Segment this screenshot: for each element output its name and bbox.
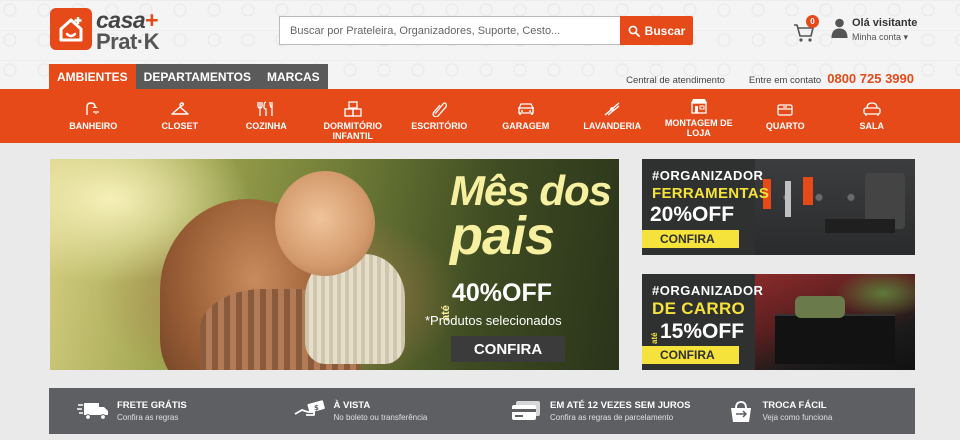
benefit-a-vista[interactable]: $ À VISTA No boleto ou transferência	[266, 388, 483, 434]
hanger-icon	[171, 102, 189, 115]
search-input[interactable]	[279, 16, 621, 45]
shower-icon	[86, 102, 99, 115]
house-logo-icon	[50, 8, 92, 50]
category-garagem[interactable]: GARAGEM	[483, 89, 570, 143]
category-label: CLOSET	[161, 121, 198, 131]
category-montagem-de-loja[interactable]: MONTAGEM DE LOJA	[656, 89, 743, 143]
contact-info: Central de atendimento Entre em contato …	[626, 71, 914, 86]
benefits-bar: FRETE GRÁTIS Confira as regras $ À VISTA…	[49, 388, 915, 434]
logo-text-pratk: Prat·K	[96, 29, 160, 54]
hero-cta-button[interactable]: CONFIRA	[451, 336, 565, 362]
category-closet[interactable]: CLOSET	[137, 89, 224, 143]
category-label: ESCRITÓRIO	[411, 121, 468, 131]
promo-title: FERRAMENTAS	[652, 185, 770, 202]
nav-tabs: AMBIENTES DEPARTAMENTOS MARCAS	[49, 64, 328, 89]
box-icon	[777, 104, 793, 116]
category-quarto[interactable]: QUARTO	[742, 89, 829, 143]
hero-title-line2: pais	[450, 206, 555, 266]
promo-discount: 20%OFF	[650, 203, 735, 226]
category-cozinha[interactable]: COZINHA	[223, 89, 310, 143]
benefit-title: FRETE GRÁTIS	[117, 400, 187, 411]
paperclip-icon	[432, 102, 448, 117]
hero-photo-child	[275, 171, 375, 276]
search-button[interactable]: Buscar	[620, 16, 693, 45]
cash-hand-icon: $	[294, 400, 325, 416]
benefit-title: À VISTA	[333, 400, 371, 411]
benefit-title: EM ATÉ 12 VEZES SEM JUROS	[550, 400, 691, 411]
promo-banner-ferramentas[interactable]: #ORGANIZADOR FERRAMENTAS 20%OFF CONFIRA	[642, 159, 915, 255]
category-banheiro[interactable]: BANHEIRO	[50, 89, 137, 143]
benefit-subtitle: Confira as regras	[117, 413, 179, 422]
user-greeting: Olá visitante	[852, 17, 918, 29]
promo-ate-label: até	[650, 332, 659, 344]
cutlery-icon	[257, 101, 273, 116]
promo-cta-button[interactable]: CONFIRA	[642, 230, 739, 248]
category-label: QUARTO	[765, 121, 805, 131]
exchange-bag-icon	[730, 401, 751, 422]
user-icon	[831, 18, 848, 38]
credit-card-icon	[512, 401, 540, 420]
category-label: COZINHA	[245, 121, 287, 131]
search-icon	[628, 25, 640, 37]
category-label: DORMITÓRIO INFANTIL	[323, 121, 383, 141]
tab-ambientes[interactable]: AMBIENTES	[49, 64, 136, 89]
category-sala[interactable]: SALA	[829, 89, 916, 143]
hero-note: *Produtos selecionados	[425, 313, 562, 328]
promo-title: DE CARRO	[652, 299, 746, 318]
armchair-icon	[863, 102, 881, 116]
benefit-title: TROCA FÁCIL	[762, 400, 827, 411]
hero-discount: 40%OFF	[452, 279, 553, 307]
benefit-frete-gratis[interactable]: FRETE GRÁTIS Confira as regras	[49, 388, 266, 434]
promo-photo-car-trunk	[755, 274, 915, 370]
category-lavanderia[interactable]: LAVANDERIA	[569, 89, 656, 143]
cart-button[interactable]: 0	[793, 15, 819, 44]
category-label: SALA	[859, 121, 885, 131]
category-label: GARAGEM	[502, 121, 550, 131]
svg-text:$: $	[314, 404, 319, 412]
search-bar: Buscar	[279, 16, 693, 45]
benefit-troca-facil[interactable]: TROCA FÁCIL Veja como funciona	[699, 388, 916, 434]
benefit-parcelamento[interactable]: EM ATÉ 12 VEZES SEM JUROS Confira as reg…	[482, 388, 699, 434]
promo-tag: #ORGANIZADOR	[652, 283, 764, 298]
category-dormitorio-infantil[interactable]: DORMITÓRIO INFANTIL	[310, 89, 397, 143]
category-label: MONTAGEM DE LOJA	[664, 118, 733, 138]
customer-service-link[interactable]: Central de atendimento	[626, 75, 725, 86]
truck-icon	[77, 403, 108, 420]
promo-photo-tools	[755, 159, 915, 255]
cart-count-badge: 0	[806, 15, 819, 28]
tab-departamentos[interactable]: DEPARTAMENTOS	[135, 64, 260, 89]
promo-cta-button[interactable]: CONFIRA	[642, 346, 739, 364]
search-button-label: Buscar	[644, 23, 686, 38]
account-menu[interactable]: Minha conta ▾	[852, 32, 908, 43]
benefit-subtitle: Veja como funciona	[762, 413, 833, 422]
category-escritorio[interactable]: ESCRITÓRIO	[396, 89, 483, 143]
category-label: BANHEIRO	[69, 121, 118, 131]
category-label: LAVANDERIA	[583, 121, 642, 131]
promo-banner-carro[interactable]: #ORGANIZADOR DE CARRO até 15%OFF CONFIRA	[642, 274, 915, 370]
benefit-subtitle: No boleto ou transferência	[333, 413, 428, 422]
category-bar: BANHEIRO CLOSET COZINHA DORMITÓRIO INFAN…	[0, 89, 960, 143]
hero-banner[interactable]: Mês dos pais até 40%OFF *Produtos seleci…	[50, 159, 619, 370]
toy-blocks-icon	[344, 101, 362, 117]
store-icon	[690, 99, 707, 114]
hero-title-line1: Mês dos	[450, 167, 612, 214]
site-header: casa+ Prat·K Buscar 0 Olá visitante Minh…	[0, 0, 960, 89]
car-icon	[517, 103, 534, 115]
tab-marcas[interactable]: MARCAS	[259, 64, 328, 89]
phone-number[interactable]: 0800 725 3990	[827, 71, 914, 86]
promo-tag: #ORGANIZADOR	[652, 168, 764, 183]
promo-discount: 15%OFF	[660, 320, 745, 343]
contact-label: Entre em contato	[748, 75, 822, 86]
benefit-subtitle: Confira as regras de parcelamento	[550, 413, 674, 422]
clothespin-icon	[604, 102, 620, 116]
logo[interactable]: casa+ Prat·K	[50, 7, 176, 54]
